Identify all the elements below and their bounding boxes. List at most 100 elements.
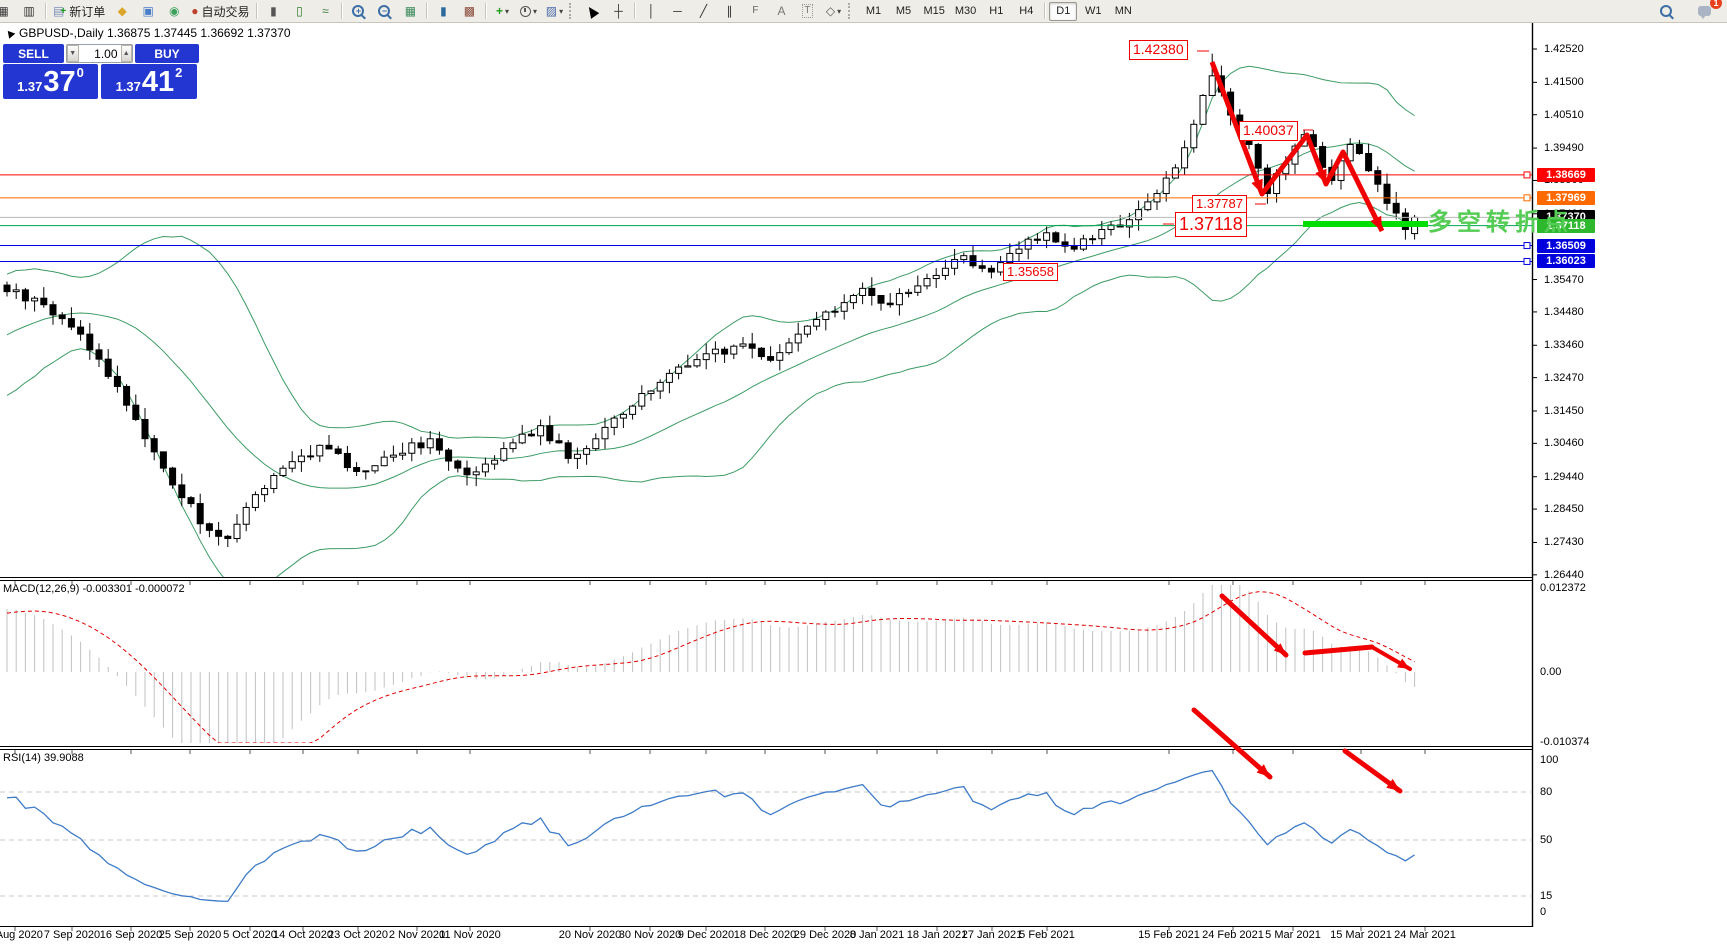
horizontal-level-lines	[0, 171, 1532, 265]
text-label-icon: T	[802, 4, 813, 18]
templates-button[interactable]: ▨ ▾	[542, 1, 566, 21]
bar-chart-type-button[interactable]: ▮	[261, 1, 285, 21]
symbol-marker-icon	[4, 27, 16, 39]
cursor-button[interactable]	[580, 1, 604, 21]
dropdown-arrow-icon: ▾	[837, 6, 842, 16]
panel-frame	[0, 22, 1537, 931]
new-chart-button[interactable]: ▦	[0, 1, 15, 21]
templates-icon: ▨	[545, 4, 558, 18]
trendline-button[interactable]: ╱	[691, 1, 715, 21]
buy-price-prefix: 1.37	[115, 79, 141, 94]
notifications-button[interactable]: 1	[1692, 0, 1722, 21]
clock-icon	[519, 5, 531, 17]
depth-of-market-button[interactable]: ▣	[136, 1, 160, 21]
tile-windows-icon: ▦	[404, 4, 417, 18]
cascade-icon: ▩	[463, 4, 476, 18]
rsi-panel	[0, 769, 1532, 903]
autotrading-label: 自动交易	[201, 4, 250, 19]
plus-icon: +	[60, 5, 67, 17]
sell-price-panel[interactable]: 1.37 37 0	[3, 64, 98, 99]
auto-arrange-button[interactable]: ▮	[431, 1, 455, 21]
new-chart-icon: ▦	[0, 4, 9, 18]
line-end-marker	[1523, 242, 1531, 250]
new-order-label: 新订单	[69, 4, 106, 19]
horizontal-line-button[interactable]: ─	[665, 1, 689, 21]
cursor-icon	[585, 3, 600, 19]
line-chart-icon: ≈	[322, 4, 329, 18]
symbol-quote-text: GBPUSD-,Daily 1.36875 1.37445 1.36692 1.…	[19, 26, 291, 40]
volume-increase-button[interactable]: ▲	[120, 45, 132, 62]
text-button[interactable]: A	[769, 1, 793, 21]
tile-windows-button[interactable]: ▦	[398, 1, 422, 21]
one-click-trading-widget: SELL ▼ ▲ BUY 1.37370 1.37412	[3, 44, 199, 99]
line-end-marker	[1523, 171, 1531, 179]
autotrading-icon: ●	[191, 4, 199, 18]
toolbar-drag-handle[interactable]	[848, 3, 854, 19]
candlestick-chart-type-button[interactable]: ▯	[287, 1, 311, 21]
chart-canvas[interactable]	[0, 0, 1727, 944]
timeframe-h1-button[interactable]: H1	[982, 2, 1010, 21]
toolbar-separator	[45, 3, 46, 19]
chart-profile-button[interactable]: ▥	[17, 1, 41, 21]
arrows-button[interactable]: ◇ ▾	[821, 1, 845, 21]
fibonacci-button[interactable]: F	[743, 1, 767, 21]
add-indicator-button[interactable]: + ▾	[490, 1, 514, 21]
new-order-button[interactable]: ▤ + 新订单	[50, 1, 108, 21]
signals-icon: ◉	[168, 4, 180, 18]
toolbar-separator	[341, 3, 343, 19]
sell-price-prefix: 1.37	[17, 79, 43, 94]
crosshair-button[interactable]: ┼	[606, 1, 630, 21]
rsi-arrows	[1191, 707, 1403, 794]
sell-button[interactable]: SELL	[3, 44, 64, 63]
timeframe-mn-button[interactable]: MN	[1109, 2, 1137, 21]
bar-chart-icon: ▮	[270, 4, 277, 18]
timeframe-d1-button[interactable]: D1	[1049, 1, 1078, 21]
macd-arrows	[1219, 593, 1412, 671]
timeframe-m1-button[interactable]: M1	[859, 2, 887, 21]
candlestick-chart-icon: ▯	[296, 4, 303, 18]
toolbar-drag-handle[interactable]	[569, 3, 575, 19]
timeframe-m15-button[interactable]: M15	[919, 2, 948, 21]
buy-price-panel[interactable]: 1.37 41 2	[101, 64, 197, 99]
timeframe-w1-button[interactable]: W1	[1079, 2, 1107, 21]
tick-chart-button[interactable]: ◆	[110, 1, 134, 21]
zoom-out-button[interactable]: −	[372, 1, 396, 21]
depth-of-market-icon: ▣	[142, 4, 154, 18]
line-chart-type-button[interactable]: ≈	[313, 1, 337, 21]
volume-decrease-button[interactable]: ▼	[67, 45, 79, 62]
volume-input[interactable]	[78, 45, 121, 62]
cascade-button[interactable]: ▩	[457, 1, 481, 21]
dropdown-arrow-icon: ▾	[559, 6, 564, 16]
channel-button[interactable]: ∥	[717, 1, 741, 21]
timeframe-m30-button[interactable]: M30	[951, 2, 980, 21]
buy-button[interactable]: BUY	[135, 44, 199, 63]
line-end-marker	[1523, 257, 1531, 265]
toolbar-separator	[634, 3, 636, 19]
chat-icon	[1697, 6, 1711, 19]
vertical-line-button[interactable]: │	[639, 1, 663, 21]
text-label-button[interactable]: T	[795, 1, 819, 21]
timeframe-h4-button[interactable]: H4	[1012, 2, 1040, 21]
search-button[interactable]	[1654, 1, 1678, 21]
signals-button[interactable]: ◉	[162, 1, 186, 21]
zoom-in-button[interactable]: +	[346, 1, 370, 21]
main-chart-panel	[3, 53, 1419, 577]
toolbar-separator	[1044, 3, 1046, 19]
sell-price-pip: 0	[76, 65, 84, 80]
green-support-zone	[1303, 221, 1428, 227]
volume-stepper: ▼ ▲	[66, 44, 133, 63]
tick-chart-icon: ◆	[117, 4, 127, 18]
timeframe-m5-button[interactable]: M5	[889, 2, 917, 21]
bollinger-bands	[6, 65, 1415, 577]
notification-badge: 1	[1710, 0, 1722, 9]
line-end-marker	[1523, 194, 1531, 202]
buy-price-big: 41	[141, 66, 175, 98]
autotrading-button[interactable]: ● 自动交易	[188, 1, 252, 21]
auto-arrange-icon: ▮	[440, 4, 447, 18]
buy-price-pip: 2	[175, 65, 183, 80]
periods-button[interactable]: ▾	[516, 1, 540, 21]
toolbar-separator	[256, 3, 258, 19]
dropdown-arrow-icon: ▾	[532, 6, 537, 16]
candlesticks	[3, 53, 1419, 548]
channel-icon: ∥	[726, 4, 733, 18]
